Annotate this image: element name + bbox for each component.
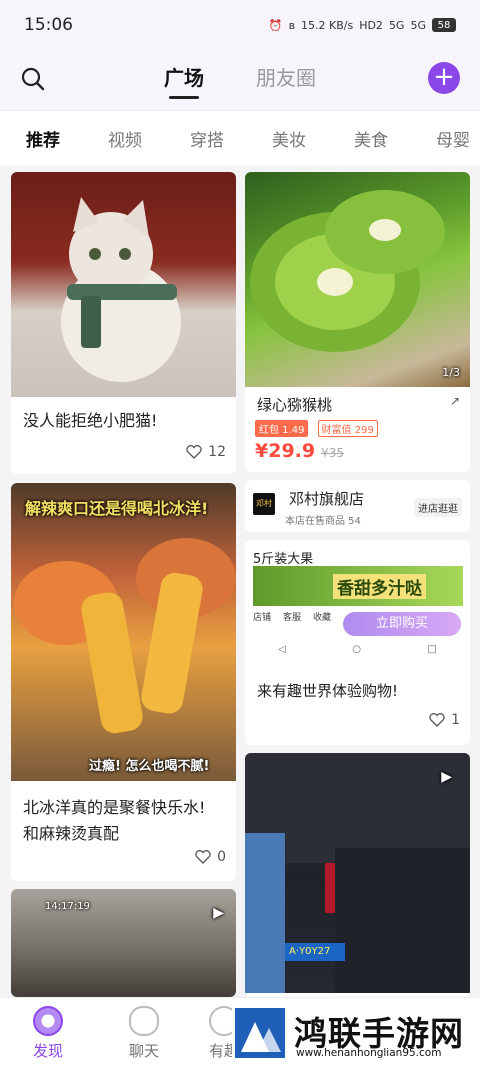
shop-card[interactable]: 邓村 邓村旗舰店 本店在售商品 54 进店逛逛 bbox=[245, 480, 470, 532]
product-tags: 红包 1.49 财富值 299 bbox=[255, 418, 382, 437]
net-speed: 15.2 KB/s bbox=[301, 18, 354, 32]
ad-card[interactable]: 5斤装大果 香甜多汁哒 店铺 客服 收藏 立即购买 ◁ ○ □ 来有趣世界体验购… bbox=[245, 540, 470, 745]
heart-icon bbox=[195, 850, 211, 864]
visit-shop-button[interactable]: 进店逛逛 bbox=[414, 498, 462, 517]
night-scene-illustration bbox=[245, 753, 470, 993]
plus-icon: + bbox=[433, 62, 455, 92]
shop-name: 邓村旗舰店 bbox=[289, 490, 365, 508]
image-pager: 1/3 bbox=[442, 366, 460, 379]
like-button[interactable]: 12 bbox=[186, 444, 226, 460]
status-time: 15:06 bbox=[24, 15, 73, 35]
phone-nav-icons: ◁ ○ □ bbox=[245, 644, 470, 664]
nav-discover[interactable]: 发现 bbox=[8, 1006, 88, 1061]
category-baby[interactable]: 母婴 bbox=[436, 126, 480, 151]
chat-icon bbox=[129, 1006, 159, 1036]
top-bar: 广场 朋友圈 + bbox=[0, 50, 480, 110]
product-image-kiwi[interactable]: 1/3 bbox=[245, 172, 470, 387]
watermark-logo bbox=[235, 1008, 285, 1058]
post-title: 没人能拒绝小肥猫! bbox=[23, 411, 158, 430]
like-button[interactable]: 0 bbox=[195, 849, 226, 865]
battery-icon: 58 bbox=[432, 18, 456, 32]
play-icon: ▶ bbox=[441, 769, 452, 785]
status-bar: 15:06 ⏰ ʙ 15.2 KB/s HD2 5G 5G 58 bbox=[0, 0, 480, 50]
ad-action-icons: 店铺 客服 收藏 bbox=[253, 610, 331, 623]
original-price: ¥35 bbox=[321, 446, 345, 460]
hd-icon: HD2 bbox=[359, 18, 383, 32]
category-makeup[interactable]: 美妆 bbox=[272, 126, 354, 151]
overlay-bottom-text: 过瘾! 怎么也喝不腻! bbox=[89, 759, 210, 774]
watermark: 鸿联手游网 www.henanhonglian95.com bbox=[232, 1005, 480, 1067]
category-food[interactable]: 美食 bbox=[354, 126, 436, 151]
play-icon: ▶ bbox=[213, 905, 224, 921]
tab-square[interactable]: 广场 bbox=[164, 62, 204, 99]
post-card-cat[interactable]: 没人能拒绝小肥猫! 12 bbox=[11, 172, 236, 474]
buy-now-button[interactable]: 立即购买 bbox=[343, 612, 461, 636]
price-row: ¥29.9 ¥35 bbox=[255, 440, 344, 462]
ad-title: 来有趣世界体验购物! bbox=[257, 682, 399, 700]
post-card-drink[interactable]: 解辣爽口还是得喝北冰洋! 过瘾! 怎么也喝不腻! 北冰洋真的是聚餐快乐水! 和麻… bbox=[11, 483, 236, 881]
nav-label: 聊天 bbox=[128, 1042, 159, 1060]
product-card-kiwi[interactable]: 1/3 绿心猕猴桃 ↗ 红包 1.49 财富值 299 ¥29.9 ¥35 bbox=[245, 172, 470, 472]
add-button[interactable]: + bbox=[428, 62, 460, 94]
price: ¥29.9 bbox=[255, 440, 316, 462]
category-outfit[interactable]: 穿搭 bbox=[190, 126, 272, 151]
store-button[interactable]: 店铺 bbox=[253, 610, 271, 623]
timestamp-overlay: 14:17:19 bbox=[45, 901, 90, 912]
nav-chat[interactable]: 聊天 bbox=[104, 1006, 184, 1061]
drink-illustration bbox=[14, 538, 236, 734]
favorite-button[interactable]: 收藏 bbox=[313, 610, 331, 623]
banner-text: 香甜多汁哒 bbox=[333, 574, 426, 599]
video-thumbnail-night[interactable]: A·Y0Y27 ▶ bbox=[245, 753, 470, 993]
cat-illustration bbox=[61, 197, 181, 382]
category-video[interactable]: 视频 bbox=[108, 126, 190, 151]
wealth-tag: 财富值 299 bbox=[317, 420, 378, 437]
signal-icon-1: 5G bbox=[388, 18, 405, 32]
discover-icon bbox=[33, 1006, 63, 1036]
like-count: 1 bbox=[451, 712, 460, 728]
ad-banner[interactable]: 香甜多汁哒 bbox=[253, 566, 463, 606]
plate-text: A·Y0Y27 bbox=[289, 946, 331, 957]
tab-moments[interactable]: 朋友圈 bbox=[256, 62, 316, 99]
overlay-top-text: 解辣爽口还是得喝北冰洋! bbox=[25, 499, 209, 518]
category-recommend[interactable]: 推荐 bbox=[26, 126, 108, 151]
recent-icon: □ bbox=[427, 644, 437, 655]
back-icon: ◁ bbox=[278, 644, 286, 655]
like-count: 0 bbox=[217, 849, 226, 865]
kiwi-illustration bbox=[250, 190, 445, 352]
video-thumbnail-alley[interactable]: 14:17:19 ▶ bbox=[11, 889, 236, 997]
heart-icon bbox=[429, 713, 445, 727]
post-card-alley[interactable]: 14:17:19 ▶ bbox=[11, 889, 236, 997]
product-title: 绿心猕猴桃 bbox=[257, 396, 333, 414]
banner-label: 5斤装大果 bbox=[253, 552, 314, 567]
bluetooth-icon: ʙ bbox=[288, 18, 295, 32]
nav-label: 发现 bbox=[32, 1042, 63, 1060]
heart-icon bbox=[186, 445, 202, 459]
post-image-cat[interactable] bbox=[11, 172, 236, 397]
post-image-drink[interactable]: 解辣爽口还是得喝北冰洋! 过瘾! 怎么也喝不腻! bbox=[11, 483, 236, 781]
share-icon[interactable]: ↗ bbox=[450, 394, 460, 408]
status-icons: ⏰ ʙ 15.2 KB/s HD2 5G 5G 58 bbox=[269, 18, 456, 32]
like-button[interactable]: 1 bbox=[429, 712, 460, 728]
home-icon: ○ bbox=[352, 644, 361, 655]
shop-item-count: 本店在售商品 54 bbox=[285, 516, 361, 527]
redpacket-tag: 红包 1.49 bbox=[255, 420, 309, 437]
shop-logo: 邓村 bbox=[253, 493, 275, 515]
watermark-url: www.henanhonglian95.com bbox=[296, 1047, 442, 1059]
like-count: 12 bbox=[208, 444, 226, 460]
category-bar: 推荐 视频 穿搭 美妆 美食 母婴 bbox=[0, 110, 480, 165]
post-card-night[interactable]: A·Y0Y27 ▶ bbox=[245, 753, 470, 997]
search-icon[interactable] bbox=[20, 66, 46, 92]
service-button[interactable]: 客服 bbox=[283, 610, 301, 623]
post-title: 北冰洋真的是聚餐快乐水! 和麻辣烫真配 bbox=[23, 798, 206, 843]
alarm-icon: ⏰ bbox=[268, 18, 283, 32]
signal-icon-2: 5G bbox=[410, 18, 426, 32]
